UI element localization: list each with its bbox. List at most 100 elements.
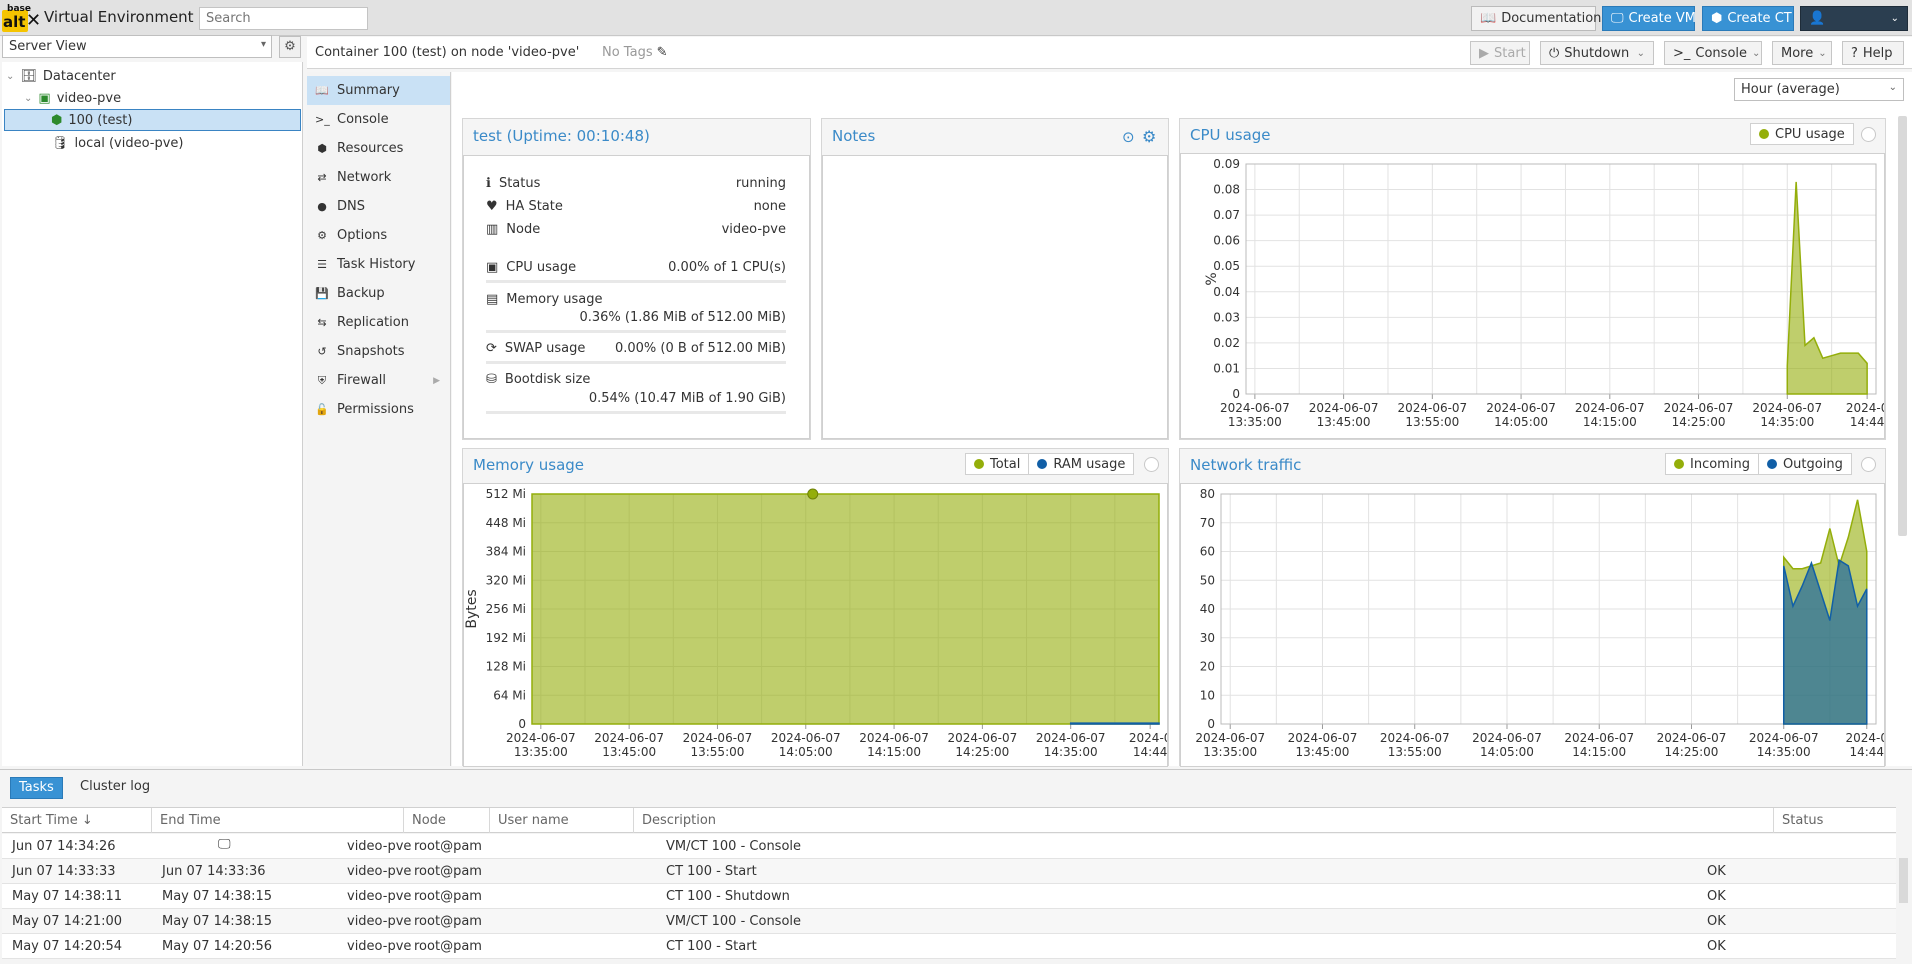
memory-chart-toggle[interactable]: [1144, 457, 1159, 472]
nav-label: Replication: [337, 315, 409, 330]
cpu-chart: 0 0.01 0.02 0.03 0.04 0.05 0.06 0.07 0.08 0.09 202…: [1204, 157, 1888, 429]
nav-resources[interactable]: ⬢ Resources: [307, 134, 450, 163]
tab-cluster-log[interactable]: Cluster log: [72, 777, 158, 799]
column-start-time[interactable]: Start Time ↓: [2, 808, 152, 833]
app-title: Virtual Environment: [44, 8, 194, 26]
start-button[interactable]: ▶ Start: [1470, 41, 1530, 65]
cell-description: CT 100 - Start: [666, 864, 757, 879]
tree-item-container[interactable]: ⬢ 100 (test): [4, 109, 301, 131]
documentation-button[interactable]: 📖 Documentation: [1471, 6, 1601, 31]
shutdown-button[interactable]: ⏻ Shutdown ⌄: [1540, 41, 1654, 65]
nav-replication[interactable]: ⇆ Replication: [307, 308, 450, 337]
column-description[interactable]: Description: [634, 808, 1774, 833]
timeframe-value: Hour (average): [1741, 82, 1840, 97]
search-input[interactable]: [199, 7, 368, 30]
cpu-chart-toggle[interactable]: [1861, 127, 1876, 142]
cell-end-time: May 07 14:38:15: [162, 889, 273, 904]
tree-item-node[interactable]: ⌄ ▣ video-pve: [24, 87, 294, 109]
tree-item-label: local (video-pve): [74, 135, 184, 151]
tree-item-storage[interactable]: 🛢 local (video-pve): [52, 132, 292, 154]
user-icon: 👤: [1809, 11, 1826, 26]
x-tick-time: 13:45:00: [602, 745, 656, 759]
documentation-label: Documentation: [1501, 11, 1602, 26]
x-tick-date: 2024-0: [1846, 401, 1884, 415]
nav-dns[interactable]: ● DNS: [307, 192, 450, 221]
nav-label: Options: [337, 228, 388, 243]
nav-permissions[interactable]: 🔓 Permissions: [307, 395, 450, 424]
x-tick-time: 13:35:00: [514, 745, 568, 759]
column-end-time[interactable]: End Time: [152, 808, 404, 833]
nav-label: Summary: [337, 83, 400, 98]
column-label: Start Time: [10, 813, 78, 828]
more-button[interactable]: More ⌄: [1772, 41, 1832, 65]
x-tick-date: 2024-06-07: [1664, 401, 1734, 415]
console-button[interactable]: >_ Console ⌄: [1664, 41, 1762, 65]
column-node[interactable]: Node: [404, 808, 490, 833]
help-icon: ?: [1851, 45, 1858, 61]
table-row[interactable]: Jun 07 14:33:33 Jun 07 14:33:36 video-pve r…: [2, 859, 1896, 884]
globe-icon: ●: [317, 200, 327, 213]
tasks-scrollbar[interactable]: [1899, 858, 1908, 903]
x-tick-date: 2024-06-07: [1036, 731, 1106, 745]
x-tick-time: 13:55:00: [1405, 415, 1459, 429]
nav-task-history[interactable]: ☰ Task History: [307, 250, 450, 279]
view-selector[interactable]: Server View ▾: [2, 35, 272, 58]
cpu-chart-body: 0 0.01 0.02 0.03 0.04 0.05 0.06 0.07 0.08 0.09 202…: [1180, 153, 1888, 439]
network-chart-toggle[interactable]: [1861, 457, 1876, 472]
legend-dot: [1766, 459, 1777, 469]
network-chart-legend: Incoming Outgoing: [1665, 453, 1852, 475]
nav-summary[interactable]: 📖 Summary: [307, 76, 450, 105]
notes-panel-title: Notes: [832, 127, 876, 145]
logo: base alt ✕: [2, 4, 41, 32]
x-tick-time: 14:25:00: [955, 745, 1009, 759]
table-row[interactable]: May 07 14:21:00 May 07 14:38:15 video-pve r…: [2, 909, 1896, 934]
help-button[interactable]: ? Help: [1842, 41, 1904, 65]
terminal-icon: >_: [315, 113, 330, 126]
view-gear-button[interactable]: ⚙: [279, 36, 301, 58]
book-icon: 📖: [315, 84, 329, 97]
cell-end-time: Jun 07 14:33:36: [162, 864, 266, 879]
nav-network[interactable]: ⇄ Network: [307, 163, 450, 192]
tree-item-datacenter[interactable]: ⌄ 🗄 Datacenter: [6, 65, 296, 87]
column-user[interactable]: User name: [490, 808, 634, 833]
legend-item-cpu[interactable]: CPU usage: [1751, 124, 1853, 144]
chevron-down-icon: ⌄: [1636, 47, 1645, 59]
memory-row: ▤ Memory usage: [486, 292, 786, 307]
storage-icon: 🛢: [52, 135, 69, 151]
swap-label: SWAP usage: [504, 341, 586, 356]
legend-item-ram[interactable]: RAM usage: [1029, 454, 1133, 474]
x-tick-date: 2024-06-07: [771, 731, 841, 745]
nav-backup[interactable]: 💾 Backup: [307, 279, 450, 308]
table-row[interactable]: May 07 14:20:54 May 07 14:20:56 video-pve r…: [2, 934, 1896, 959]
table-row[interactable]: Jun 07 14:34:26 video-pve root@pam VM/CT 10…: [2, 834, 1896, 859]
timeframe-selector[interactable]: Hour (average) ⌄: [1734, 78, 1904, 101]
notes-expand-button[interactable]: ⊙: [1122, 128, 1135, 146]
x-tick-date: 2024-06-07: [1220, 401, 1290, 415]
create-vm-button[interactable]: 🖵 Create VM: [1602, 6, 1696, 31]
tab-tasks[interactable]: Tasks: [10, 777, 63, 799]
gear-icon: ⚙: [284, 39, 296, 54]
legend-item-incoming[interactable]: Incoming: [1666, 454, 1759, 474]
cube-icon: ⬢: [317, 142, 327, 155]
tasks-table-header: Start Time ↓ End Time Node User name Des…: [2, 807, 1896, 833]
y-tick-label: 448 Mi: [486, 516, 526, 530]
legend-item-outgoing[interactable]: Outgoing: [1759, 454, 1851, 474]
memory-progress-bar: [486, 330, 786, 333]
legend-item-total[interactable]: Total: [966, 454, 1030, 474]
nav-options[interactable]: ⚙ Options: [307, 221, 450, 250]
legend-label: Total: [990, 456, 1021, 472]
create-ct-button[interactable]: ⬢ Create CT: [1702, 6, 1794, 31]
tags-field[interactable]: No Tags ✎: [602, 45, 668, 60]
notes-edit-button[interactable]: ⚙: [1142, 127, 1156, 146]
nav-snapshots[interactable]: ↺ Snapshots: [307, 337, 450, 366]
user-menu-button[interactable]: 👤 ⌄: [1800, 6, 1908, 31]
nav-console[interactable]: >_ Console: [307, 105, 450, 134]
legend-dot: [974, 459, 984, 469]
table-row[interactable]: May 07 14:38:11 May 07 14:38:15 video-pve r…: [2, 884, 1896, 909]
x-tick-date: 2024-06-07: [506, 731, 576, 745]
column-status[interactable]: Status: [1774, 808, 1896, 833]
cell-description: VM/CT 100 - Console: [666, 839, 802, 854]
x-tick-time: 14:15:00: [1583, 415, 1637, 429]
main-scrollbar[interactable]: [1898, 116, 1907, 536]
nav-firewall[interactable]: ⛨ Firewall ▶: [307, 366, 450, 395]
